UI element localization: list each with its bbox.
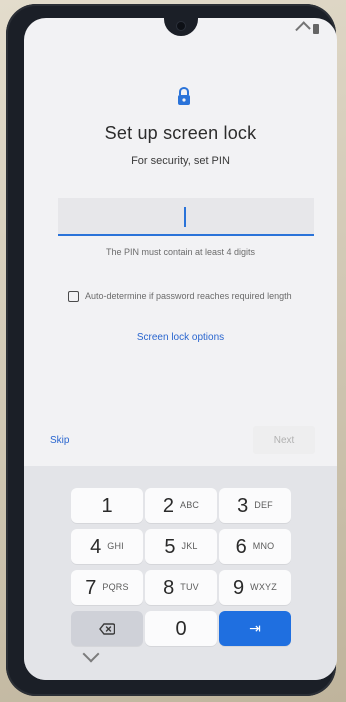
- key-5[interactable]: 5 JKL: [145, 529, 217, 564]
- numeric-keypad: 1 2 ABC 3 DEF 4 GHI 5 JKL 6 MNO 7 PQRS 8…: [24, 466, 337, 680]
- key-4[interactable]: 4 GHI: [71, 529, 143, 564]
- key-7-digit: 7: [85, 576, 97, 599]
- backspace-icon: [99, 622, 115, 635]
- pin-hint: The PIN must contain at least 4 digits: [105, 247, 256, 257]
- auto-determine-row[interactable]: Auto-determine if password reaches requi…: [68, 289, 318, 303]
- enter-key[interactable]: ⇥: [219, 611, 291, 646]
- text-cursor: [184, 207, 186, 227]
- camera-notch: [164, 18, 198, 36]
- key-3-letters: DEF: [254, 500, 273, 510]
- key-3-digit: 3: [237, 494, 249, 517]
- page-subtitle: For security, set PIN: [131, 155, 230, 167]
- backspace-key[interactable]: [71, 611, 143, 646]
- key-8-letters: TUV: [180, 582, 199, 592]
- key-6[interactable]: 6 MNO: [219, 529, 291, 564]
- key-1[interactable]: 1: [71, 488, 143, 523]
- key-2-letters: ABC: [180, 500, 200, 510]
- lock-icon: [178, 86, 190, 105]
- auto-determine-checkbox[interactable]: [68, 290, 79, 302]
- skip-button[interactable]: Skip: [50, 435, 69, 446]
- front-camera: [176, 21, 186, 31]
- key-5-digit: 5: [164, 535, 176, 558]
- key-4-letters: GHI: [107, 541, 124, 551]
- phone-screen: Set up screen lock For security, set PIN…: [24, 18, 337, 680]
- key-9-letters: WXYZ: [250, 582, 277, 592]
- wifi-icon: [295, 21, 311, 37]
- key-5-letters: JKL: [181, 541, 198, 551]
- key-3[interactable]: 3 DEF: [219, 488, 291, 523]
- key-2-digit: 2: [162, 494, 174, 517]
- auto-determine-label: Auto-determine if password reaches requi…: [85, 291, 292, 301]
- screen-lock-options-link[interactable]: Screen lock options: [24, 332, 337, 343]
- key-7[interactable]: 7 PQRS: [71, 570, 143, 605]
- key-9[interactable]: 9 WXYZ: [219, 570, 291, 605]
- next-button[interactable]: Next: [253, 426, 315, 454]
- key-6-digit: 6: [235, 535, 247, 558]
- key-8[interactable]: 8 TUV: [145, 570, 217, 605]
- pin-input[interactable]: [58, 198, 314, 236]
- enter-icon: ⇥: [249, 620, 261, 637]
- key-1-digit: 1: [101, 494, 113, 517]
- key-9-digit: 9: [233, 576, 245, 599]
- key-0-digit: 0: [175, 617, 187, 640]
- key-6-letters: MNO: [252, 541, 275, 551]
- key-2[interactable]: 2 ABC: [145, 488, 217, 523]
- key-8-digit: 8: [163, 576, 175, 599]
- key-4-digit: 4: [90, 535, 102, 558]
- page-title: Set up screen lock: [104, 123, 257, 143]
- key-7-letters: PQRS: [102, 582, 129, 592]
- key-0[interactable]: 0: [145, 611, 217, 646]
- phone-device: Set up screen lock For security, set PIN…: [6, 4, 337, 696]
- battery-icon: [313, 24, 319, 34]
- status-icons: [295, 21, 319, 37]
